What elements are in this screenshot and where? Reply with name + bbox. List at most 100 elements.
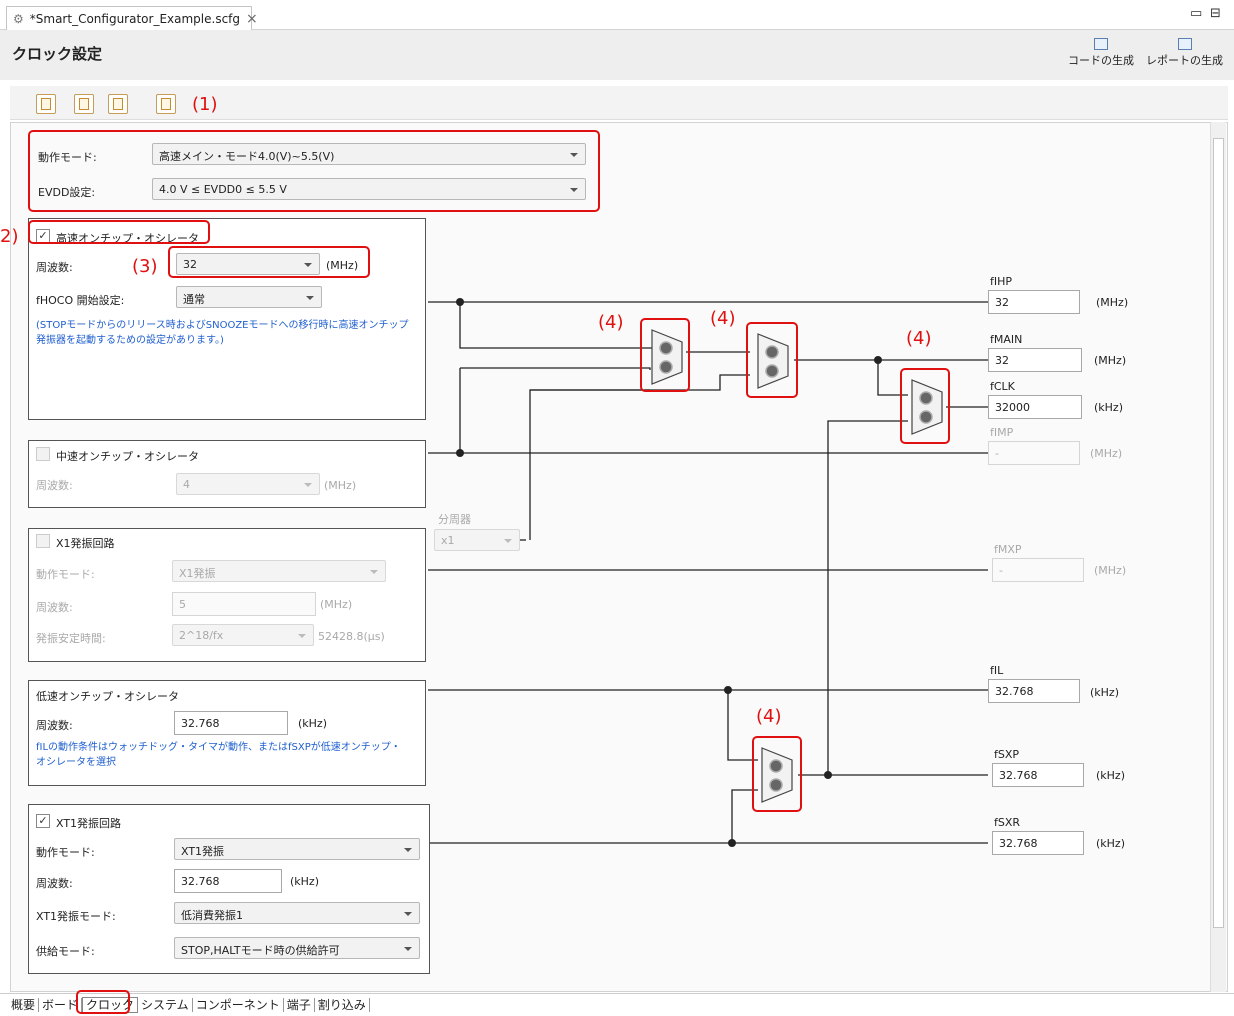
annotation-4-mux1: (4) bbox=[598, 312, 624, 333]
x1-freq-label: 周波数: bbox=[36, 601, 73, 614]
moco-freq-unit: (MHz) bbox=[324, 479, 357, 492]
xt1-freq-label: 周波数: bbox=[36, 877, 73, 890]
x1-title: X1発振回路 bbox=[56, 537, 115, 550]
x1-freq-input[interactable]: 5 bbox=[172, 592, 316, 616]
fimp-output: - bbox=[988, 441, 1080, 465]
mux4-highlight bbox=[752, 736, 802, 812]
loco-title: 低速オンチップ・オシレータ bbox=[36, 690, 179, 703]
chevron-down-icon bbox=[306, 296, 314, 300]
xt1-supply-value: STOP,HALTモード時の供給許可 bbox=[181, 944, 340, 957]
line-sub-mux3 bbox=[827, 420, 908, 775]
hoco-note: (STOPモードからのリリース時およびSNOOZEモードへの移行時に高速オンチッ… bbox=[36, 320, 409, 346]
tab-components[interactable]: コンポーネント bbox=[193, 998, 284, 1012]
moco-freq-label: 周波数: bbox=[36, 479, 73, 492]
chevron-down-icon bbox=[298, 634, 306, 638]
junction-dot bbox=[456, 298, 464, 306]
xt1-xtmode-label: XT1発振モード: bbox=[36, 910, 116, 923]
fsxp-label: fSXP bbox=[994, 748, 1020, 761]
loco-freq-input[interactable]: 32.768 bbox=[174, 711, 288, 735]
xt1-mode-value: XT1発振 bbox=[181, 845, 225, 858]
x1-mode-label: 動作モード: bbox=[36, 568, 95, 581]
divider-select[interactable]: x1 bbox=[434, 529, 520, 551]
moco-checkbox[interactable] bbox=[36, 447, 50, 461]
fil-unit: (kHz) bbox=[1090, 686, 1119, 699]
moco-freq-value: 4 bbox=[183, 478, 190, 491]
x1-checkbox[interactable] bbox=[36, 534, 50, 548]
annotation-3: (3) bbox=[132, 256, 158, 277]
mode-highlight bbox=[28, 130, 600, 212]
chevron-down-icon bbox=[504, 539, 512, 543]
hoco-start-label: fHOCO 開始設定: bbox=[36, 294, 125, 307]
fclk-label: fCLK bbox=[990, 380, 1015, 393]
fimp-label: fIMP bbox=[990, 426, 1014, 439]
fmxp-label: fMXP bbox=[994, 543, 1022, 556]
chevron-down-icon bbox=[370, 570, 378, 574]
fmain-label: fMAIN bbox=[990, 333, 1023, 346]
line-hoco-mux1 bbox=[459, 302, 654, 349]
fclk-unit: (kHz) bbox=[1094, 401, 1123, 414]
tab-interrupts[interactable]: 割り込み bbox=[315, 998, 370, 1012]
moco-freq-select[interactable]: 4 bbox=[176, 473, 320, 495]
fmxp-output: - bbox=[992, 558, 1084, 582]
mux1-highlight bbox=[640, 318, 690, 392]
fsxr-output: 32.768 bbox=[992, 831, 1084, 855]
fihp-output: 32 bbox=[988, 290, 1080, 314]
x1-stab-value: 2^18/fx bbox=[179, 629, 224, 642]
fmain-output: 32 bbox=[988, 348, 1082, 372]
loco-freq-label: 周波数: bbox=[36, 719, 73, 732]
xt1-supply-label: 供給モード: bbox=[36, 945, 95, 958]
x1-mode-value: X1発振 bbox=[179, 567, 216, 580]
fimp-unit: (MHz) bbox=[1090, 447, 1123, 460]
clock-tab-highlight bbox=[76, 990, 130, 1014]
loco-note: fILの動作条件はウォッチドッグ・タイマが動作、またはfSXPが低速オンチップ・… bbox=[36, 742, 401, 768]
xt1-mode-select[interactable]: XT1発振 bbox=[174, 838, 420, 860]
junction-dot bbox=[728, 839, 736, 847]
divider-value: x1 bbox=[441, 534, 455, 547]
x1-mode-select[interactable]: X1発振 bbox=[172, 560, 386, 582]
annotation-2: 2) bbox=[0, 226, 19, 247]
xt1-mode-label: 動作モード: bbox=[36, 846, 95, 859]
line-div-mux1 bbox=[529, 389, 650, 540]
fil-label: fIL bbox=[990, 664, 1004, 677]
hoco-start-value: 通常 bbox=[183, 293, 205, 306]
tab-overview[interactable]: 概要 bbox=[8, 998, 40, 1012]
line-moco-mux1 bbox=[460, 367, 651, 370]
moco-title: 中速オンチップ・オシレータ bbox=[56, 450, 199, 463]
x1-stab-select[interactable]: 2^18/fx bbox=[172, 624, 314, 646]
fclk-output: 32000 bbox=[988, 395, 1082, 419]
chevron-down-icon bbox=[404, 848, 412, 852]
loco-freq-unit: (kHz) bbox=[298, 717, 327, 730]
divider-label: 分周器 bbox=[438, 513, 471, 526]
fsxp-output: 32.768 bbox=[992, 763, 1084, 787]
hoco-start-select[interactable]: 通常 bbox=[176, 286, 322, 308]
annotation-4-mux3: (4) bbox=[906, 328, 932, 349]
xt1-title: XT1発振回路 bbox=[56, 817, 122, 830]
xt1-xtmode-value: 低消費発振1 bbox=[181, 909, 243, 922]
hoco-freq-highlight bbox=[168, 246, 370, 278]
junction-dot bbox=[874, 356, 882, 364]
hoco-checkbox-highlight bbox=[28, 220, 210, 244]
xt1-supply-select[interactable]: STOP,HALTモード時の供給許可 bbox=[174, 937, 420, 959]
xt1-xtmode-select[interactable]: 低消費発振1 bbox=[174, 902, 420, 924]
fmxp-unit: (MHz) bbox=[1094, 564, 1127, 577]
junction-dot bbox=[724, 686, 732, 694]
annotation-4-mux2: (4) bbox=[710, 308, 736, 329]
tab-pins[interactable]: 端子 bbox=[284, 998, 315, 1012]
fihp-unit: (MHz) bbox=[1096, 296, 1129, 309]
x1-stab-label: 発振安定時間: bbox=[36, 632, 106, 645]
junction-dot bbox=[456, 449, 464, 457]
xt1-checkbox[interactable]: ✓ bbox=[36, 814, 50, 828]
chevron-down-icon bbox=[404, 947, 412, 951]
xt1-freq-input[interactable]: 32.768 bbox=[174, 869, 282, 893]
mux3-highlight bbox=[900, 368, 950, 444]
junction-dot bbox=[824, 771, 832, 779]
bottom-tab-bar: 概要 ボード クロック システム コンポーネント 端子 割り込み bbox=[0, 993, 1234, 1016]
fmain-unit: (MHz) bbox=[1094, 354, 1127, 367]
fsxr-label: fSXR bbox=[994, 816, 1021, 829]
fihp-label: fIHP bbox=[990, 275, 1013, 288]
fsxp-unit: (kHz) bbox=[1096, 769, 1125, 782]
hoco-freq-label: 周波数: bbox=[36, 261, 73, 274]
fil-output: 32.768 bbox=[988, 679, 1080, 703]
tab-system[interactable]: システム bbox=[138, 998, 193, 1012]
fsxr-unit: (kHz) bbox=[1096, 837, 1125, 850]
